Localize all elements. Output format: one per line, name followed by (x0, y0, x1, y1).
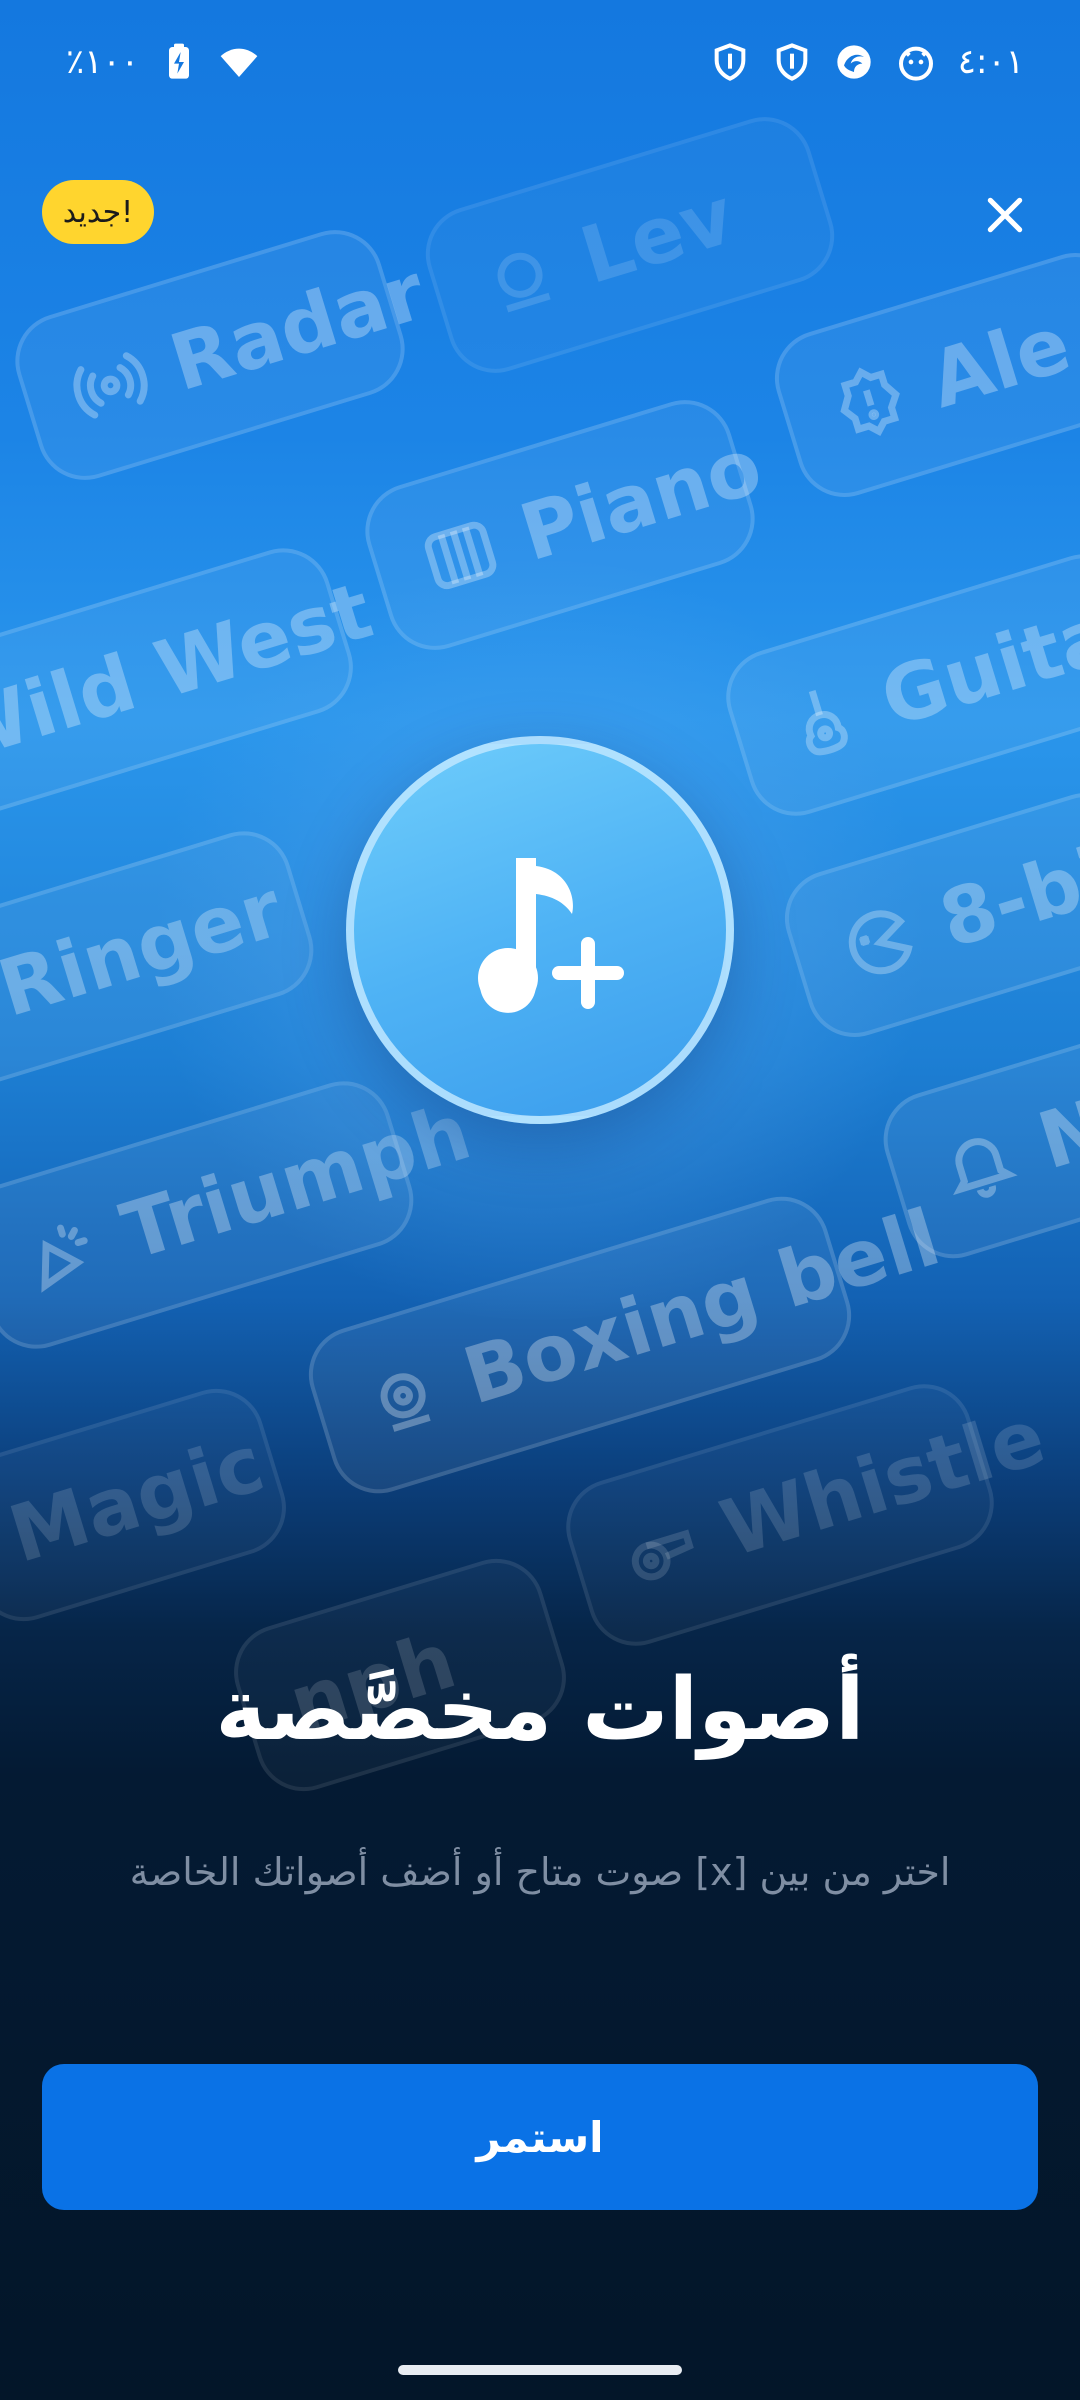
sound-pill-label: Ale (920, 299, 1080, 427)
bell-outline-icon (953, 1138, 1018, 1198)
sound-pill-label: Piano (510, 421, 772, 580)
continue-button-label: استمر (476, 2112, 604, 2162)
shield-icon (714, 43, 746, 81)
sound-pill-label: Lev (570, 171, 745, 303)
new-badge: جديد! (42, 180, 154, 244)
radar-icon (73, 352, 148, 419)
bell-icon (497, 252, 551, 313)
continue-button[interactable]: استمر (42, 2064, 1038, 2210)
status-bar: ٪١٠٠ ٤:٠١ (0, 0, 1080, 130)
browser-icon (837, 45, 871, 79)
sound-pill-label: 8-bit (930, 819, 1080, 967)
shield-icon (776, 43, 808, 81)
wifi-icon (220, 48, 258, 77)
page-subtitle: اختر من بين [x] صوت متاح أو أضف أصواتك ا… (129, 1850, 951, 1894)
battery-percent: ٪١٠٠ (66, 42, 140, 82)
status-right-group: ٤:٠١ (710, 42, 1024, 82)
page-title: أصوات مخصَّصة (215, 1660, 865, 1760)
home-indicator[interactable] (398, 2365, 682, 2375)
battery-charging-icon (169, 43, 190, 79)
boxing-bell-icon (380, 1373, 431, 1432)
music-note-plus-icon (478, 858, 624, 1013)
hero-icon-circle (346, 736, 734, 1124)
sound-pill-label: N (1028, 1082, 1080, 1188)
party-horn-icon (41, 1224, 88, 1293)
app-face-icon (898, 46, 933, 81)
sound-pill-label: Magic (0, 1418, 274, 1581)
whistle-icon (631, 1529, 694, 1581)
close-icon (987, 197, 1023, 233)
new-badge-label: جديد! (62, 194, 134, 230)
status-left-group: ٪١٠٠ (66, 42, 259, 82)
status-time: ٤:٠١ (957, 42, 1024, 82)
close-button[interactable] (970, 180, 1040, 250)
alert-badge-icon (840, 367, 900, 436)
